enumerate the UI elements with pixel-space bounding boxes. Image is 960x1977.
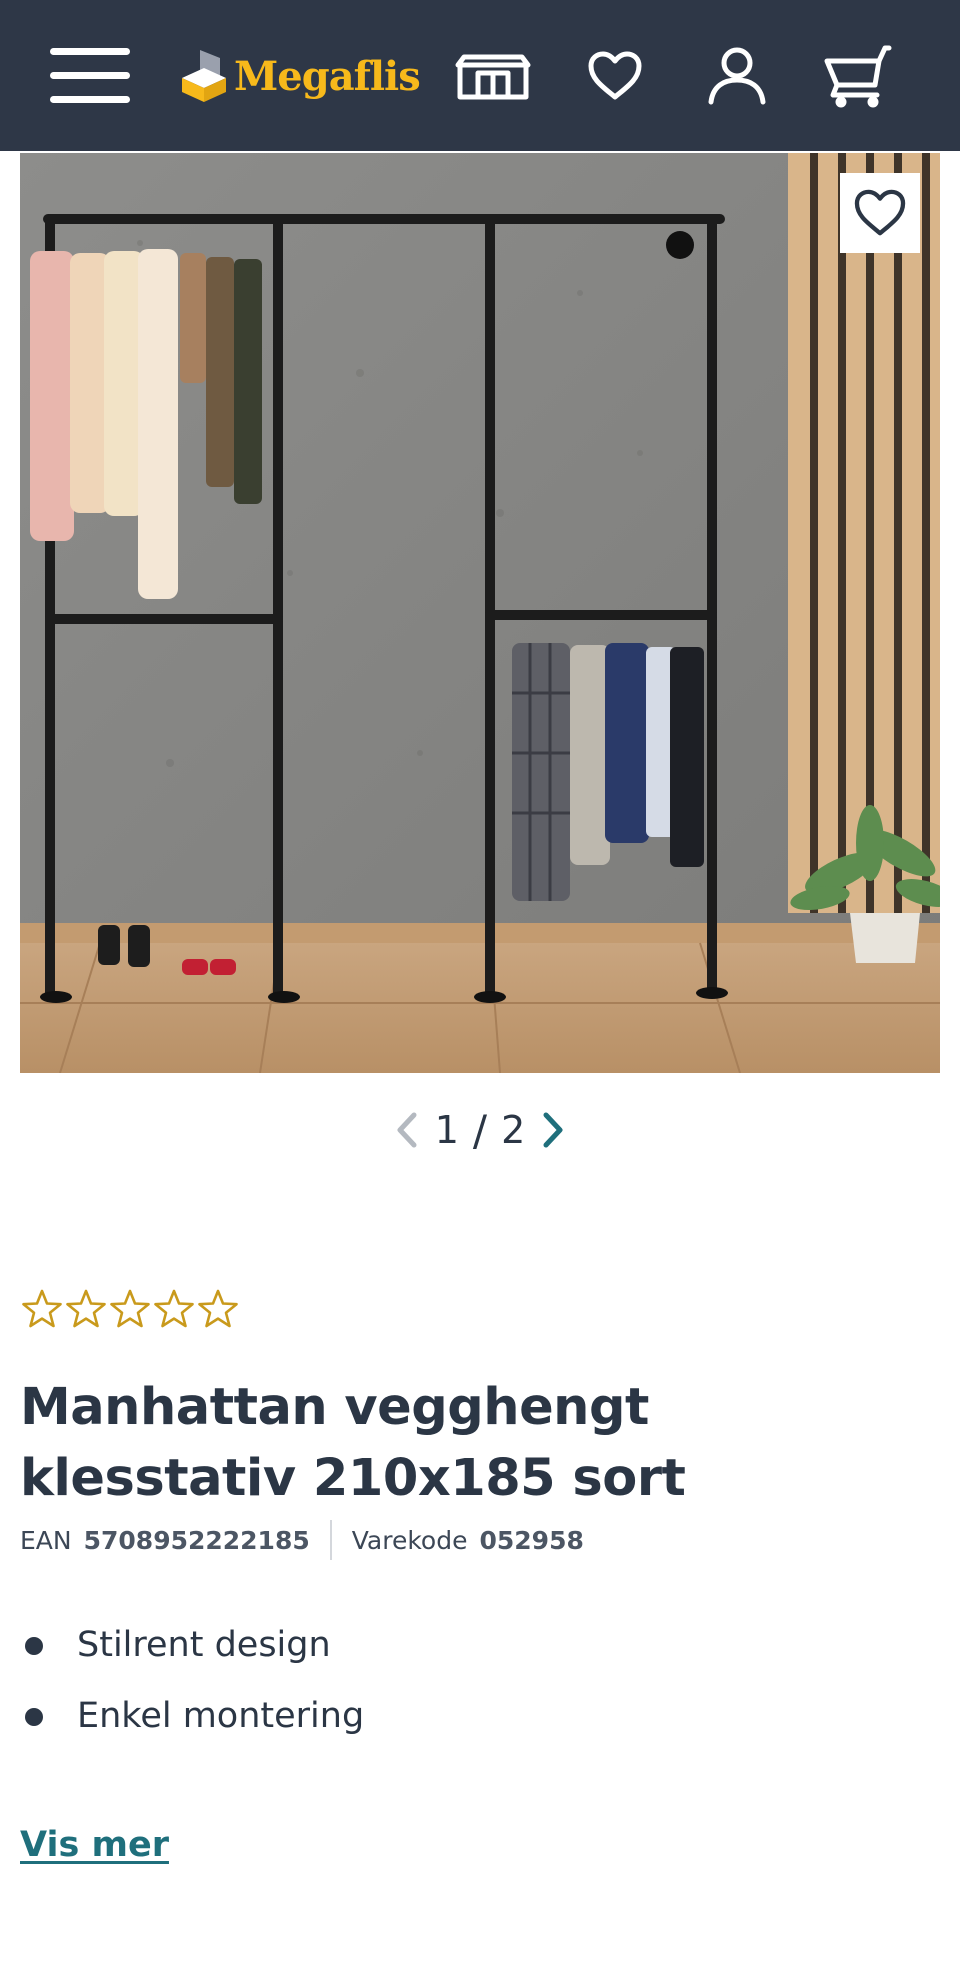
cart-icon[interactable] xyxy=(818,40,898,112)
site-header: Megaflis xyxy=(0,0,960,151)
feature-list: Stilrent design Enkel montering xyxy=(20,1615,364,1757)
user-icon[interactable] xyxy=(697,40,777,112)
show-more-link[interactable]: Vis mer xyxy=(20,1825,169,1865)
pager-separator: / xyxy=(472,1105,488,1155)
add-to-wishlist-button[interactable] xyxy=(840,173,920,253)
product-image-gallery[interactable] xyxy=(20,153,940,1073)
star-icon xyxy=(110,1289,150,1328)
current-image-number: 1 xyxy=(434,1108,459,1152)
star-icon xyxy=(154,1289,194,1328)
bullet-icon xyxy=(25,1708,43,1726)
chevron-right-icon xyxy=(543,1112,563,1148)
product-rating[interactable] xyxy=(20,1287,240,1333)
image-pager: 1 / 2 xyxy=(0,1100,960,1160)
previous-image-button[interactable] xyxy=(387,1105,427,1155)
product-codes: EAN 5708952222185 Varekode 052958 xyxy=(20,1520,584,1560)
ean-value: 5708952222185 xyxy=(83,1525,310,1555)
heart-icon[interactable] xyxy=(575,40,655,112)
product-image xyxy=(20,153,940,1073)
feature-item: Enkel montering xyxy=(20,1686,364,1757)
bullet-icon xyxy=(25,1637,43,1655)
menu-icon[interactable] xyxy=(46,44,134,108)
feature-item: Stilrent design xyxy=(20,1615,364,1686)
item-code-label: Varekode xyxy=(351,1525,468,1555)
ean-label: EAN xyxy=(20,1525,72,1555)
total-image-count: 2 xyxy=(501,1108,526,1152)
star-icon xyxy=(66,1289,106,1328)
item-code-value: 052958 xyxy=(479,1525,584,1555)
feature-text: Enkel montering xyxy=(77,1696,365,1736)
next-image-button[interactable] xyxy=(533,1105,573,1155)
chevron-left-icon xyxy=(397,1112,417,1148)
star-icon xyxy=(198,1289,238,1328)
heart-icon xyxy=(854,189,906,236)
brand-logo[interactable]: Megaflis xyxy=(180,44,421,108)
star-icon xyxy=(22,1289,62,1328)
feature-text: Stilrent design xyxy=(77,1625,331,1665)
store-icon[interactable] xyxy=(453,40,533,112)
brand-name: Megaflis xyxy=(234,52,421,100)
codes-divider xyxy=(329,1520,332,1560)
logo-mark-icon xyxy=(182,50,226,102)
product-title: Manhattan vegghengt klesstativ 210x185 s… xyxy=(20,1378,686,1508)
